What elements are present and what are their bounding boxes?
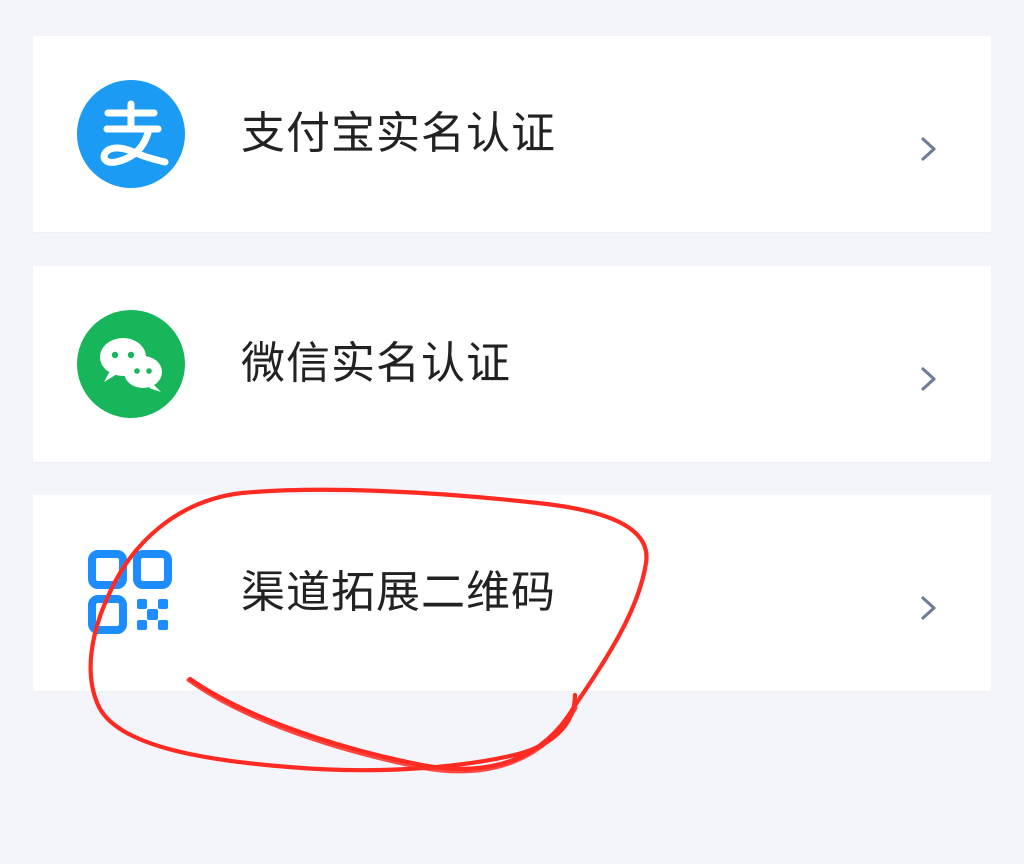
alipay-verification-label: 支付宝实名认证 [241, 108, 556, 159]
chevron-right-icon [913, 134, 943, 164]
chevron-right-icon [913, 593, 943, 623]
channel-qr-code-item[interactable]: 渠道拓展二维码 [33, 495, 991, 691]
alipay-icon [77, 80, 185, 188]
wechat-verification-item[interactable]: 微信实名认证 [33, 266, 991, 462]
wechat-verification-label: 微信实名认证 [241, 338, 511, 389]
verification-list: 支付宝实名认证 微信实名认证 渠道拓展二维码 [0, 0, 1024, 864]
wechat-icon [77, 310, 185, 418]
chevron-right-icon [913, 364, 943, 394]
qr-code-icon [77, 539, 185, 647]
alipay-verification-item[interactable]: 支付宝实名认证 [33, 36, 991, 232]
channel-qr-code-label: 渠道拓展二维码 [241, 567, 556, 618]
